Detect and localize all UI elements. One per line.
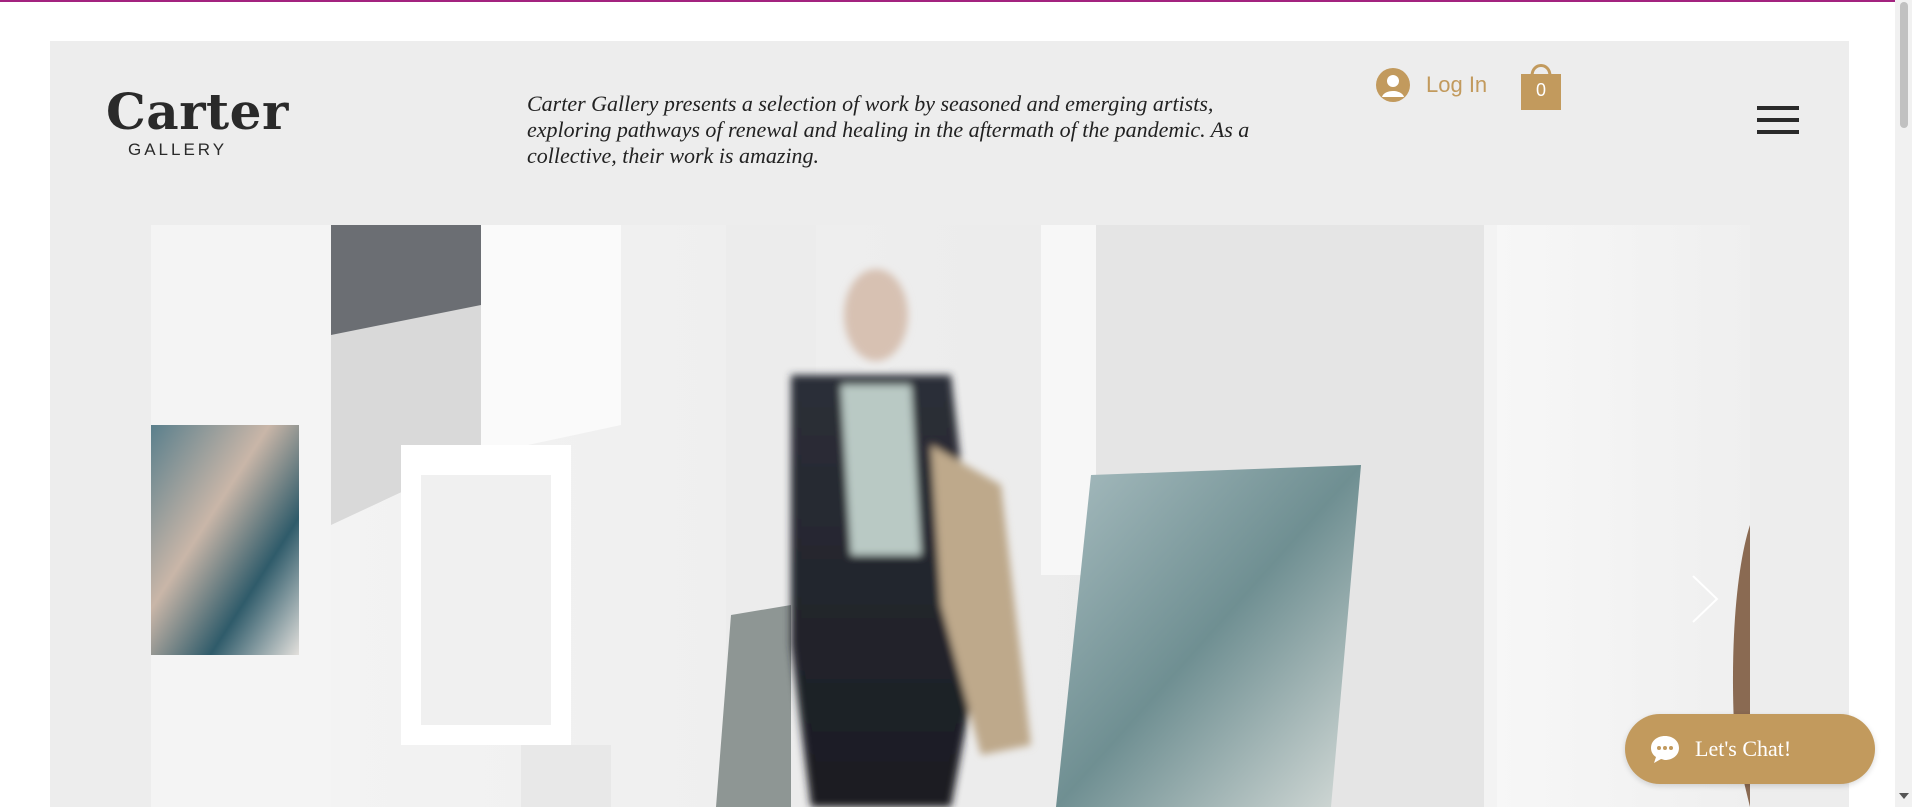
logo-sub-text: GALLERY xyxy=(128,140,228,159)
slide-image-gallery-visitor xyxy=(151,225,1484,807)
hamburger-menu-icon[interactable] xyxy=(1757,106,1799,134)
top-accent-line xyxy=(0,0,1912,2)
scroll-down-arrow-icon[interactable] xyxy=(1899,793,1909,799)
chevron-right-icon[interactable] xyxy=(1690,573,1720,625)
chat-bubble-icon xyxy=(1651,736,1679,763)
cart-count: 0 xyxy=(1535,80,1546,100)
scrollbar-thumb[interactable] xyxy=(1900,2,1908,128)
login-label: Log In xyxy=(1426,72,1488,97)
cart-button[interactable]: 0 xyxy=(1519,56,1563,112)
chat-label: Let's Chat! xyxy=(1695,736,1792,761)
logo-main-text: Carter xyxy=(106,82,289,141)
login-button[interactable]: Log In xyxy=(1376,65,1487,105)
chat-button[interactable]: Let's Chat! xyxy=(1625,714,1875,784)
hero-slider xyxy=(151,225,1750,807)
user-avatar-icon xyxy=(1376,68,1410,102)
site-logo[interactable]: Carter GALLERY xyxy=(106,84,306,164)
page-scrollbar[interactable] xyxy=(1895,0,1912,807)
intro-text: Carter Gallery presents a selection of w… xyxy=(527,91,1250,168)
